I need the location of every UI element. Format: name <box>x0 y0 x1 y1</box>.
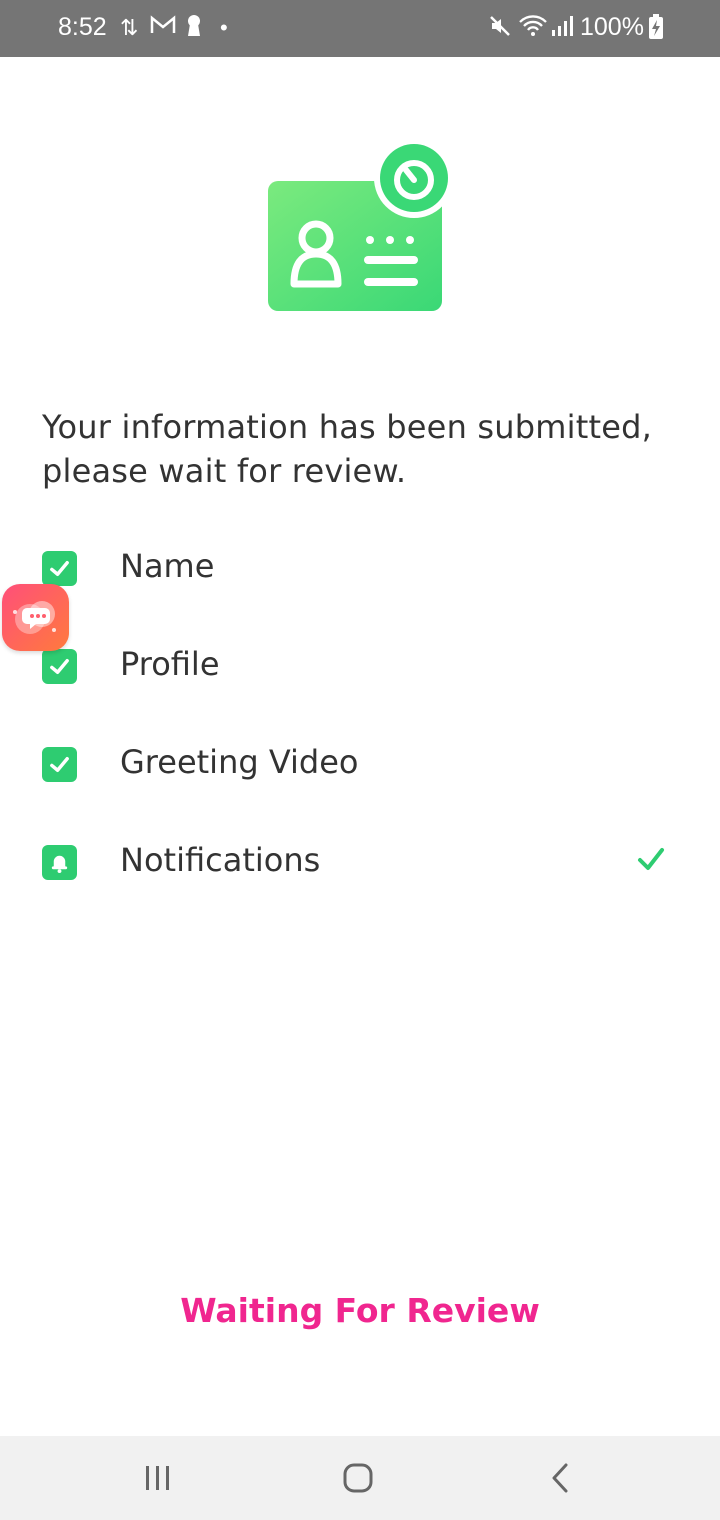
checklist-label: Greeting Video <box>120 743 359 781</box>
chat-bubble-icon[interactable] <box>2 584 69 651</box>
mute-icon <box>488 14 512 45</box>
signal-icon <box>550 14 574 45</box>
status-bar: 8:52 ⇅ • 100% <box>0 0 720 57</box>
battery-charging-icon <box>648 14 664 47</box>
checklist-label: Notifications <box>120 841 321 879</box>
checklist-item-greeting-video: Greeting Video <box>42 743 682 787</box>
gmail-icon <box>150 14 176 43</box>
waiting-for-review-button[interactable]: Waiting For Review <box>0 1290 720 1331</box>
checkmark-icon <box>638 848 664 870</box>
dot-icon: • <box>220 15 228 40</box>
checklist-item-profile: Profile <box>42 645 682 689</box>
home-icon[interactable] <box>339 1460 379 1496</box>
checkbox-checked-icon <box>42 551 77 586</box>
checklist-item-notifications[interactable]: Notifications <box>42 841 682 885</box>
checklist-label: Name <box>120 547 215 585</box>
checkbox-checked-icon <box>42 747 77 782</box>
checklist-item-name: Name <box>42 547 682 591</box>
data-transfer-icon: ⇅ <box>120 15 139 40</box>
keyhole-icon <box>186 14 202 45</box>
id-card-timer-icon <box>266 136 456 316</box>
bell-icon <box>42 845 77 880</box>
status-time: 8:52 <box>58 13 107 41</box>
checklist-label: Profile <box>120 645 220 683</box>
navigation-bar <box>0 1436 720 1520</box>
back-icon[interactable] <box>540 1460 580 1496</box>
checkbox-checked-icon <box>42 649 77 684</box>
wifi-icon <box>518 14 548 45</box>
battery-percent: 100% <box>580 13 644 41</box>
recent-apps-icon[interactable] <box>138 1460 178 1496</box>
submission-message: Your information has been submitted, ple… <box>42 408 653 490</box>
